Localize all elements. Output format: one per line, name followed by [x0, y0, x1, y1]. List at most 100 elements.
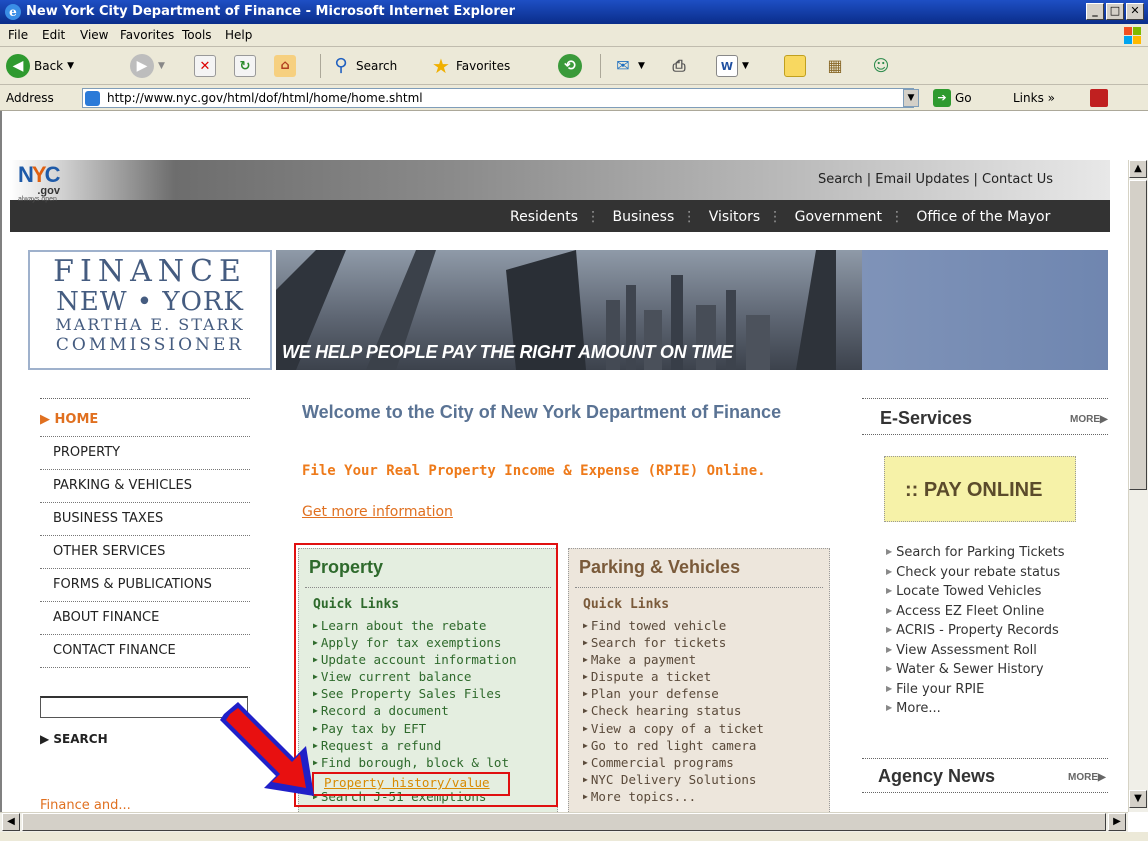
edit-dropdown-icon: ▼	[742, 61, 749, 71]
nav-other-services[interactable]: OTHER SERVICES	[40, 536, 250, 569]
logo-line3: MARTHA E. STARK	[55, 315, 245, 334]
menu-file[interactable]: File	[8, 28, 28, 42]
logo-line2: NEW • YORK	[56, 287, 244, 317]
refresh-button[interactable]: ↻	[234, 52, 256, 80]
discuss-button[interactable]	[784, 52, 806, 80]
forward-button[interactable]: ▶ ▼	[130, 52, 165, 80]
horizontal-scrollbar[interactable]: ◀ ▶	[0, 812, 1128, 832]
eservices-rule	[862, 434, 1108, 435]
parking-title[interactable]: Parking & Vehicles	[579, 557, 740, 578]
eservice-water-sewer[interactable]: Water & Sewer History	[886, 660, 1065, 680]
research-button[interactable]: ▦	[824, 52, 846, 80]
print-button[interactable]: ⎙	[668, 52, 690, 80]
messenger-button[interactable]: ☺	[870, 52, 892, 80]
eservices-more-link[interactable]: MORE▶	[1070, 414, 1108, 425]
eservice-more[interactable]: More...	[886, 699, 1065, 719]
rpie-info-link[interactable]: Get more information	[302, 504, 453, 520]
links-toolbar[interactable]: Links »	[1013, 91, 1055, 105]
menu-favorites[interactable]: Favorites	[120, 28, 174, 42]
back-button[interactable]: ◀ Back ▼	[6, 52, 74, 80]
research-icon: ▦	[827, 56, 843, 75]
parking-link-more[interactable]: More topics...	[583, 788, 764, 805]
menu-help[interactable]: Help	[225, 28, 252, 42]
nav-government[interactable]: Government	[795, 209, 882, 225]
eservice-rebate-status[interactable]: Check your rebate status	[886, 563, 1065, 583]
toolbar: ◀ Back ▼ ▶ ▼ ✕ ↻ ⌂ ⚲ Search ★ Favorites …	[0, 47, 1148, 85]
site-nav: Residents ⋮ Business ⋮ Visitors ⋮ Governmen…	[510, 209, 1051, 225]
nav-contact-finance[interactable]: CONTACT FINANCE	[40, 635, 250, 668]
parking-link-dispute[interactable]: Dispute a ticket	[583, 668, 764, 685]
agency-news-more-link[interactable]: MORE▶	[1068, 772, 1106, 783]
nav-about-finance[interactable]: ABOUT FINANCE	[40, 602, 250, 635]
scroll-up-icon[interactable]: ▲	[1129, 160, 1147, 178]
parking-link-commercial[interactable]: Commercial programs	[583, 754, 764, 771]
stop-button[interactable]: ✕	[194, 52, 216, 80]
search-button[interactable]: ⚲ Search	[330, 52, 397, 80]
nav-business[interactable]: Business	[613, 209, 675, 225]
minimize-button[interactable]: _	[1086, 3, 1104, 20]
parking-links-list: Find towed vehicle Search for tickets Ma…	[583, 617, 764, 805]
links-label: Links	[1013, 91, 1044, 105]
go-button[interactable]: ➔ Go	[933, 88, 972, 108]
parking-link-defense[interactable]: Plan your defense	[583, 685, 764, 702]
parking-link-hearing[interactable]: Check hearing status	[583, 702, 764, 719]
home-button[interactable]: ⌂	[274, 52, 296, 80]
finance-footer-link[interactable]: Finance and...	[40, 798, 131, 813]
parking-link-towed[interactable]: Find towed vehicle	[583, 617, 764, 634]
nyc-logo[interactable]: NYC .gov always open	[18, 164, 60, 204]
eservice-ez-fleet[interactable]: Access EZ Fleet Online	[886, 602, 1065, 622]
top-utility-links[interactable]: Search | Email Updates | Contact Us	[818, 172, 1053, 187]
vertical-scrollbar[interactable]: ▲ ▼	[1128, 160, 1148, 812]
scroll-down-icon[interactable]: ▼	[1129, 790, 1147, 808]
maximize-button[interactable]: □	[1106, 3, 1124, 20]
address-dropdown-icon[interactable]: ▼	[903, 89, 919, 107]
site-search-button[interactable]: ▶ SEARCH	[40, 732, 108, 746]
nav-forms-publications[interactable]: FORMS & PUBLICATIONS	[40, 569, 250, 602]
eservice-file-rpie[interactable]: File your RPIE	[886, 680, 1065, 700]
note-icon	[784, 55, 806, 77]
favorites-button[interactable]: ★ Favorites	[430, 52, 510, 80]
menu-view[interactable]: View	[80, 28, 108, 42]
acrobat-icon[interactable]	[1090, 89, 1108, 107]
nav-business-taxes[interactable]: BUSINESS TAXES	[40, 503, 250, 536]
history-button[interactable]: ⟲	[558, 52, 582, 80]
parking-link-red-light[interactable]: Go to red light camera	[583, 737, 764, 754]
nav-mayor[interactable]: Office of the Mayor	[916, 209, 1050, 225]
word-edit-icon: W	[716, 55, 738, 77]
rpie-announcement: File Your Real Property Income & Expense…	[302, 463, 766, 479]
parking-link-search-tickets[interactable]: Search for tickets	[583, 634, 764, 651]
back-arrow-icon: ◀	[6, 54, 30, 78]
nav-parking-vehicles[interactable]: PARKING & VEHICLES	[40, 470, 250, 503]
nav-visitors[interactable]: Visitors	[709, 209, 760, 225]
edit-button[interactable]: W ▼	[716, 52, 749, 80]
refresh-icon: ↻	[234, 55, 256, 77]
finance-logo[interactable]: FINANCE NEW • YORK MARTHA E. STARK COMMI…	[28, 250, 272, 370]
vertical-scroll-thumb[interactable]	[1129, 180, 1147, 490]
menu-bar: File Edit View Favorites Tools Help	[0, 24, 1148, 47]
parking-link-ticket-copy[interactable]: View a copy of a ticket	[583, 720, 764, 737]
windows-logo-icon	[1104, 25, 1144, 46]
eservice-parking-tickets[interactable]: Search for Parking Tickets	[886, 543, 1064, 563]
window-titlebar: e New York City Department of Finance - …	[0, 0, 1148, 24]
home-icon: ⌂	[274, 55, 296, 77]
pay-online-button[interactable]: :: PAY ONLINE	[884, 456, 1076, 522]
horizontal-scroll-thumb[interactable]	[22, 813, 1106, 831]
parking-link-payment[interactable]: Make a payment	[583, 651, 764, 668]
parking-link-delivery[interactable]: NYC Delivery Solutions	[583, 771, 764, 788]
mail-button[interactable]: ✉ ▼	[612, 52, 645, 80]
nav-property[interactable]: PROPERTY	[40, 437, 250, 470]
nav-home[interactable]: ▶ HOME	[40, 404, 250, 437]
back-dropdown-icon: ▼	[67, 61, 75, 71]
close-button[interactable]: ✕	[1126, 3, 1144, 20]
banner-right-panel	[862, 250, 1108, 370]
search-label: Search	[356, 59, 398, 73]
scroll-left-icon[interactable]: ◀	[2, 813, 20, 831]
menu-edit[interactable]: Edit	[42, 28, 65, 42]
nav-residents[interactable]: Residents	[510, 209, 578, 225]
menu-tools[interactable]: Tools	[182, 28, 212, 42]
eservice-towed-vehicles[interactable]: Locate Towed Vehicles	[886, 582, 1065, 602]
eservice-acris[interactable]: ACRIS - Property Records	[886, 621, 1065, 641]
scroll-right-icon[interactable]: ▶	[1108, 813, 1126, 831]
address-input[interactable]: http://www.nyc.gov/html/dof/html/home/ho…	[82, 88, 914, 108]
eservice-assessment-roll[interactable]: View Assessment Roll	[886, 641, 1065, 661]
